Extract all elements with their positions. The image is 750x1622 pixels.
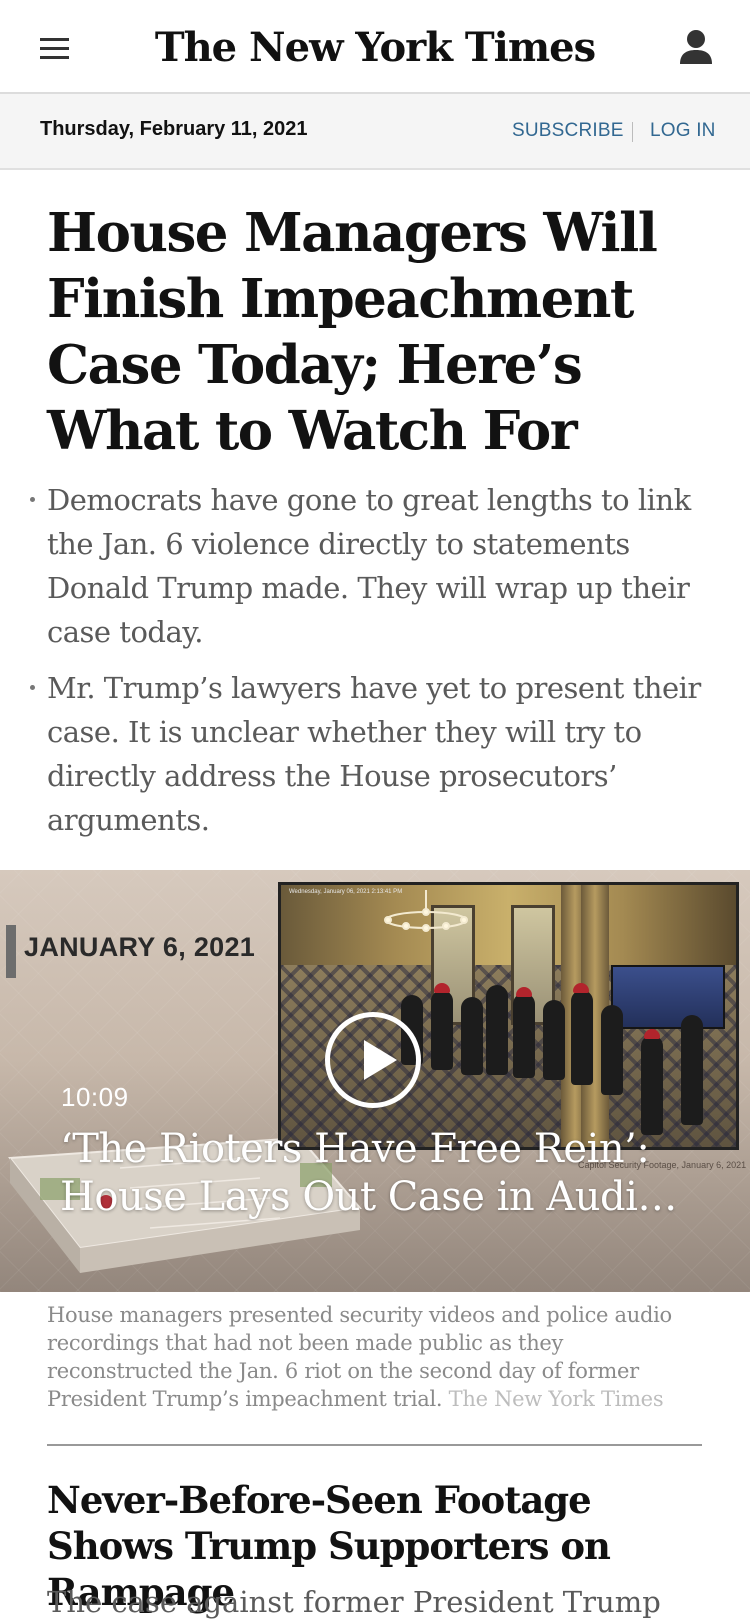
user-account-icon[interactable] (678, 28, 714, 66)
hamburger-menu-icon[interactable] (40, 38, 69, 60)
caption-credit: The New York Times (448, 1387, 664, 1411)
video-title-line2: House Lays Out Case in Audio and Video (60, 1174, 690, 1220)
summary-item: Mr. Trump’s lawyers have yet to present … (30, 666, 707, 842)
article-headline[interactable]: House Managers Will Finish Impeachment C… (47, 200, 717, 464)
summary-text: Democrats have gone to great lengths to … (47, 483, 691, 649)
subscribe-link[interactable]: SUBSCRIBE (512, 120, 624, 142)
play-button[interactable] (325, 1012, 421, 1108)
video-duration: 10:09 (61, 1082, 129, 1112)
link-divider (632, 122, 633, 142)
masthead: The New York Times (0, 0, 750, 94)
video-date-label: JANUARY 6, 2021 (24, 932, 256, 962)
date-bar: Thursday, February 11, 2021 SUBSCRIBE LO… (0, 94, 750, 170)
login-link[interactable]: LOG IN (650, 120, 716, 142)
security-footage-frame: Wednesday, January 06, 2021 2:13:41 PM (281, 885, 736, 1147)
current-date: Thursday, February 11, 2021 (40, 118, 308, 140)
section-divider (47, 1444, 702, 1446)
play-icon (364, 1040, 397, 1080)
nyt-logo[interactable]: The New York Times (150, 18, 600, 78)
video-player[interactable]: JANUARY 6, 2021 Wednesday, January 06, 2… (0, 870, 750, 1292)
bullet-icon (30, 685, 35, 690)
date-marker-bar (6, 925, 16, 978)
video-title-line1: ‘The Rioters Have Free Rein’: (60, 1126, 650, 1172)
video-caption: House managers presented security videos… (47, 1301, 702, 1413)
bullet-icon (30, 497, 35, 502)
video-title[interactable]: ‘The Rioters Have Free Rein’: House Lays… (60, 1125, 690, 1221)
next-story-snippet: The case against former President Trump (47, 1585, 661, 1619)
summary-item: Democrats have gone to great lengths to … (30, 478, 707, 654)
footage-timestamp: Wednesday, January 06, 2021 2:13:41 PM (289, 889, 403, 895)
summary-list: Democrats have gone to great lengths to … (30, 478, 707, 854)
summary-text: Mr. Trump’s lawyers have yet to present … (47, 671, 701, 837)
